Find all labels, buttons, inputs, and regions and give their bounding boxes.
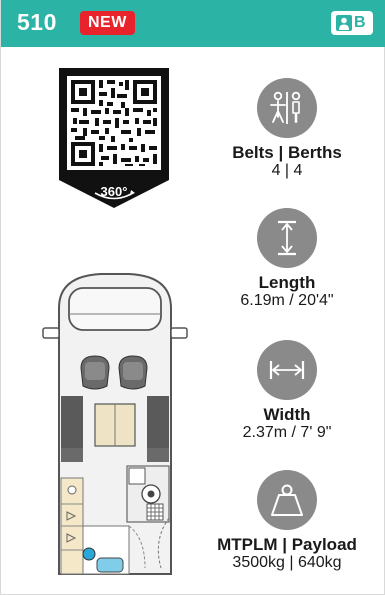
width-label: Width (263, 405, 311, 424)
berth-type-letter: B (354, 14, 366, 31)
qr-code-360-icon[interactable]: 360° (59, 68, 169, 208)
belts-berths-label: Belts | Berths (232, 143, 342, 162)
card-header: 510 NEW B (1, 0, 385, 47)
length-icon (257, 208, 317, 268)
width-icon (257, 340, 317, 400)
model-card[interactable]: 510 NEW B 360° Belts | Berths 4 | 4 Leng… (0, 0, 385, 595)
new-badge: NEW (80, 11, 135, 35)
length-label: Length (258, 273, 316, 292)
length-value: 6.19m / 20'4" (240, 292, 334, 309)
belts-berths-value: 4 | 4 (271, 162, 303, 179)
spec-length: Length 6.19m / 20'4" (197, 208, 377, 310)
spec-width: Width 2.37m / 7' 9" (197, 340, 377, 442)
motorhome-floorplan-icon[interactable] (41, 268, 189, 588)
person-icon (336, 15, 352, 31)
spec-belts-berths: Belts | Berths 4 | 4 (197, 78, 377, 180)
weight-icon (257, 470, 317, 530)
width-value: 2.37m / 7' 9" (242, 424, 332, 441)
model-number: 510 (17, 9, 57, 35)
mtplm-payload-value: 3500kg | 640kg (232, 554, 342, 571)
belts-berths-icon (257, 78, 317, 138)
berth-type-badge: B (331, 11, 373, 35)
spec-weight: MTPLM | Payload 3500kg | 640kg (197, 470, 377, 572)
mtplm-payload-label: MTPLM | Payload (217, 535, 357, 554)
